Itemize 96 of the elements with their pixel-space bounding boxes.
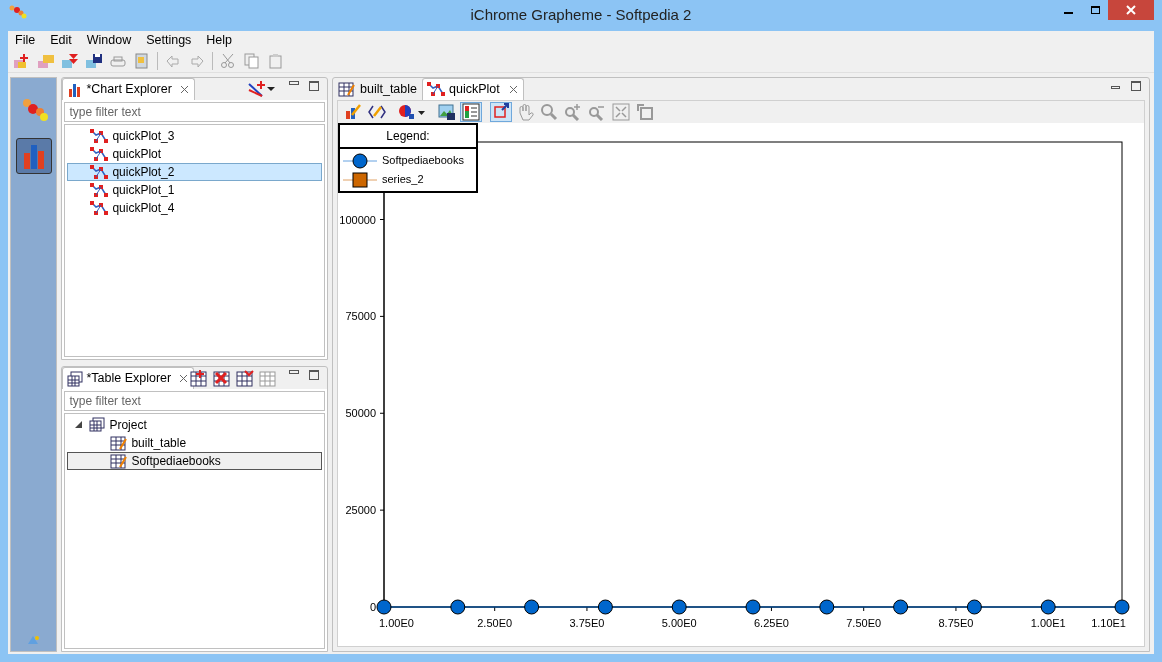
y-tick-label: 25000	[345, 504, 376, 517]
maximize-view-button[interactable]	[309, 81, 319, 91]
tree-item[interactable]: Project	[67, 416, 322, 434]
x-tick-label: 1.00E0	[379, 617, 414, 629]
edit-chart-icon	[344, 103, 362, 121]
minimize-view-button[interactable]	[289, 370, 299, 374]
save-icon[interactable]	[85, 52, 103, 69]
x-tick-label: 2.50E0	[477, 617, 513, 629]
app-logo-icon	[8, 5, 28, 19]
import-icon[interactable]	[61, 52, 79, 69]
x-tick-label: 5.00E0	[661, 617, 697, 629]
data-point	[450, 599, 466, 615]
export-image-icon	[438, 103, 456, 121]
data-point	[745, 599, 761, 615]
plot-icon	[90, 128, 109, 144]
menu-item[interactable]: Settings	[146, 30, 192, 50]
menu-item[interactable]: Edit	[50, 30, 72, 50]
import-table-icon[interactable]	[236, 370, 255, 387]
table-icon	[338, 81, 356, 98]
table-icon	[110, 452, 128, 470]
expanded-arrow-icon[interactable]	[74, 420, 84, 430]
close-button[interactable]	[1108, 0, 1154, 20]
maximize-view-button[interactable]	[1131, 81, 1141, 91]
code-edit-icon	[368, 103, 386, 121]
chart-list-item[interactable]: quickPlot_4	[67, 199, 322, 217]
close-icon	[1126, 5, 1136, 15]
hand-icon	[516, 103, 534, 121]
chart-list-item[interactable]: quickPlot_2	[67, 163, 322, 181]
chart-list-item[interactable]: quickPlot_1	[67, 181, 322, 199]
filter-field[interactable]: type filter text	[64, 391, 325, 411]
x-tick-label: 7.50E0	[846, 617, 882, 629]
data-point	[966, 599, 982, 615]
y-tick-label: 75000	[345, 310, 376, 323]
x-tick-label: 1.10E1	[1091, 617, 1126, 629]
tables-icon	[67, 370, 84, 387]
new-project-icon[interactable]	[13, 52, 31, 69]
zoom-out-icon	[588, 103, 606, 121]
perspective-button[interactable]	[15, 138, 52, 174]
data-point	[376, 599, 392, 615]
data-point	[671, 599, 687, 615]
data-point	[819, 599, 835, 615]
view-tab[interactable]: *Table Explorer	[62, 367, 195, 389]
x-tick-label: 1.00E1	[1030, 617, 1066, 629]
table-icon	[110, 434, 128, 452]
plot-icon	[90, 164, 109, 180]
chart-tool-button[interactable]	[490, 102, 512, 122]
chart-list-item[interactable]: quickPlot_3	[67, 127, 322, 145]
view-tab[interactable]: *Chart Explorer	[62, 78, 195, 100]
filter-field[interactable]: type filter text	[64, 102, 325, 122]
window-title: iChrome Grapheme - Softpedia 2	[470, 5, 692, 26]
tree-item[interactable]: Softpediaebooks	[67, 452, 322, 470]
chart-tool-button[interactable]	[396, 102, 428, 122]
new-plot-icon[interactable]	[247, 80, 265, 98]
reset-view-icon	[636, 103, 654, 121]
menu-item[interactable]: Help	[206, 30, 233, 50]
data-point	[597, 599, 613, 615]
plot-icon	[90, 200, 109, 216]
editor-tab[interactable]: quickPlot	[422, 78, 524, 100]
close-icon[interactable]	[178, 84, 190, 95]
editor-tab[interactable]: built_table	[333, 78, 422, 100]
tables-icon	[87, 417, 106, 433]
plot-icon	[427, 81, 445, 98]
x-tick-label: 8.75E0	[938, 617, 974, 629]
minimize-view-button[interactable]	[289, 81, 299, 85]
chart-tool-button[interactable]	[436, 102, 458, 122]
legend-title: Legend:	[340, 125, 476, 149]
color-palette-icon	[398, 103, 426, 121]
dropdown-caret-icon[interactable]	[267, 87, 275, 91]
y-tick-label: 100000	[339, 213, 376, 226]
magnifier-icon	[540, 103, 558, 121]
zoom-in-icon	[564, 103, 582, 121]
chart-tool-button[interactable]	[460, 102, 482, 122]
x-tick-label: 6.25E0	[754, 617, 789, 629]
legend-icon	[462, 103, 480, 121]
data-point	[893, 599, 909, 615]
y-tick-label: 50000	[345, 407, 376, 420]
menu-item[interactable]: Window	[86, 30, 132, 50]
close-icon[interactable]	[507, 84, 519, 95]
chart-list-item[interactable]: quickPlot	[67, 145, 322, 163]
plot-icon	[90, 146, 109, 162]
small-logo-icon	[26, 635, 41, 645]
y-tick-label: 0	[369, 601, 376, 613]
menu-item[interactable]: File	[15, 30, 36, 50]
data-point	[1040, 599, 1056, 615]
tree-item[interactable]: built_table	[67, 434, 322, 452]
delete-table-icon[interactable]	[213, 370, 232, 387]
fit-view-icon	[612, 103, 630, 121]
x-tick-label: 3.75E0	[569, 617, 605, 629]
legend-label: Softpediaebooks	[382, 153, 464, 169]
data-point	[524, 599, 540, 615]
add-table-icon[interactable]	[190, 370, 209, 387]
legend-label: series_2	[382, 172, 424, 188]
zoom-box-icon	[492, 103, 510, 121]
maximize-view-button[interactable]	[309, 370, 319, 380]
plot-icon	[90, 182, 109, 198]
close-icon[interactable]	[178, 373, 190, 384]
